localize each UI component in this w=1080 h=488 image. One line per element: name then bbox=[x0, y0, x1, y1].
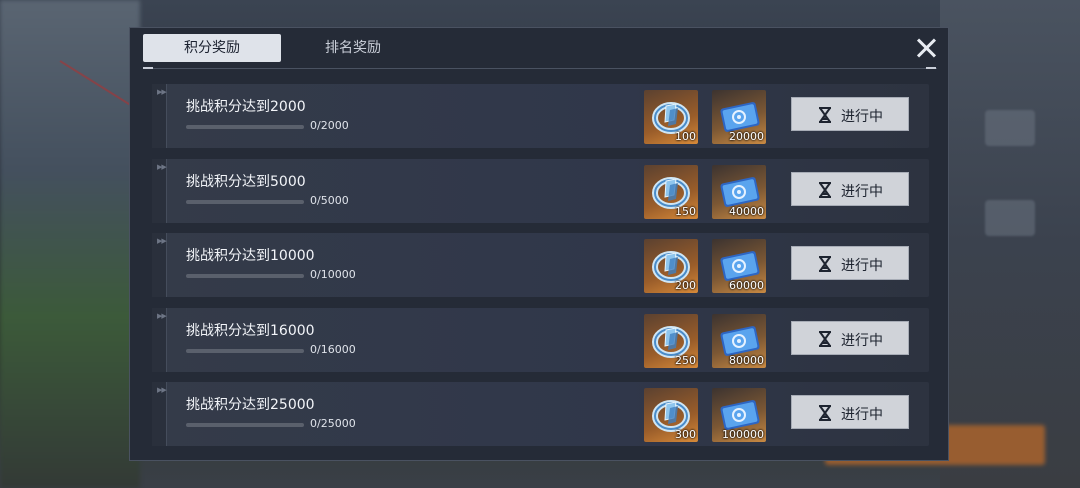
reward-quantity: 60000 bbox=[729, 279, 764, 292]
reward-item-crystal[interactable]: 250 bbox=[644, 313, 698, 368]
reward-panel: 积分奖励 排名奖励 ▶▶ 挑战积分达到2000 0/2000 100 20000… bbox=[129, 27, 949, 461]
progress-bar bbox=[186, 348, 304, 353]
status-label: 进行中 bbox=[841, 258, 883, 274]
row-edge: ▶▶ bbox=[152, 307, 167, 372]
reward-item-crystal[interactable]: 300 bbox=[644, 388, 698, 442]
reward-quantity: 200 bbox=[675, 279, 696, 292]
progress-text: 0/16000 bbox=[310, 342, 356, 356]
double-arrow-icon: ▶▶ bbox=[157, 311, 167, 320]
reward-item-crystal[interactable]: 150 bbox=[644, 164, 698, 219]
double-arrow-icon: ▶▶ bbox=[157, 88, 167, 96]
reward-quantity: 300 bbox=[675, 428, 696, 441]
reward-quantity: 100 bbox=[675, 130, 696, 143]
close-icon[interactable] bbox=[914, 36, 938, 60]
reward-item-ticket[interactable]: 40000 bbox=[712, 164, 766, 219]
reward-row: ▶▶ 挑战积分达到25000 0/25000 300 100000 进行中 bbox=[152, 382, 929, 446]
reward-item-ticket[interactable]: 100000 bbox=[712, 388, 766, 442]
divider-mark bbox=[926, 67, 936, 69]
status-label: 进行中 bbox=[841, 183, 883, 200]
hourglass-icon bbox=[819, 181, 831, 198]
progress-bar bbox=[186, 125, 304, 129]
row-edge: ▶▶ bbox=[152, 233, 167, 297]
reward-item-crystal[interactable]: 200 bbox=[644, 239, 698, 293]
progress-text: 0/10000 bbox=[310, 268, 356, 281]
reward-item-ticket[interactable]: 80000 bbox=[712, 313, 766, 368]
progress-bar bbox=[186, 423, 304, 427]
reward-item-ticket[interactable]: 60000 bbox=[712, 239, 766, 293]
progress-bar bbox=[186, 199, 304, 204]
double-arrow-icon: ▶▶ bbox=[157, 237, 167, 245]
tab-points-reward[interactable]: 积分奖励 bbox=[143, 34, 281, 62]
reward-row: ▶▶ 挑战积分达到16000 0/16000 250 80000 进行中 bbox=[152, 307, 929, 372]
task-title: 挑战积分达到5000 bbox=[186, 173, 306, 190]
hourglass-icon bbox=[819, 405, 831, 421]
task-title: 挑战积分达到2000 bbox=[186, 99, 306, 115]
reward-quantity: 250 bbox=[675, 353, 696, 367]
background-chip bbox=[985, 110, 1035, 146]
progress-text: 0/2000 bbox=[310, 119, 349, 132]
reward-item-crystal[interactable]: 100 bbox=[644, 90, 698, 144]
task-title: 挑战积分达到16000 bbox=[186, 322, 315, 339]
reward-row: ▶▶ 挑战积分达到10000 0/10000 200 60000 进行中 bbox=[152, 233, 929, 297]
tab-ranking-reward[interactable]: 排名奖励 bbox=[293, 34, 413, 62]
reward-row: ▶▶ 挑战积分达到5000 0/5000 150 40000 进行中 bbox=[152, 158, 929, 223]
background-left bbox=[0, 0, 140, 488]
progress-text: 0/5000 bbox=[310, 193, 349, 207]
background-right bbox=[940, 0, 1080, 488]
in-progress-button[interactable]: 进行中 bbox=[791, 395, 909, 429]
task-title: 挑战积分达到10000 bbox=[186, 248, 315, 264]
reward-quantity: 150 bbox=[675, 204, 696, 218]
progress-text: 0/25000 bbox=[310, 417, 356, 430]
status-label: 进行中 bbox=[841, 332, 883, 349]
divider-mark bbox=[143, 67, 153, 69]
hourglass-icon bbox=[819, 330, 831, 347]
hourglass-icon bbox=[819, 256, 831, 272]
task-title: 挑战积分达到25000 bbox=[186, 397, 315, 413]
tab-divider bbox=[143, 68, 937, 69]
background-chip bbox=[985, 200, 1035, 236]
in-progress-button[interactable]: 进行中 bbox=[791, 97, 909, 131]
reward-item-ticket[interactable]: 20000 bbox=[712, 90, 766, 144]
status-label: 进行中 bbox=[841, 407, 883, 423]
progress-bar bbox=[186, 274, 304, 278]
reward-quantity: 40000 bbox=[729, 204, 764, 218]
in-progress-button[interactable]: 进行中 bbox=[791, 320, 909, 355]
row-edge: ▶▶ bbox=[152, 382, 167, 446]
hourglass-icon bbox=[819, 107, 831, 123]
double-arrow-icon: ▶▶ bbox=[157, 386, 167, 394]
reward-quantity: 20000 bbox=[729, 130, 764, 143]
reward-quantity: 80000 bbox=[729, 353, 764, 367]
in-progress-button[interactable]: 进行中 bbox=[791, 246, 909, 280]
reward-quantity: 100000 bbox=[722, 428, 764, 441]
in-progress-button[interactable]: 进行中 bbox=[791, 171, 909, 206]
status-label: 进行中 bbox=[841, 109, 883, 125]
row-edge: ▶▶ bbox=[152, 158, 167, 223]
row-edge: ▶▶ bbox=[152, 84, 167, 148]
reward-row: ▶▶ 挑战积分达到2000 0/2000 100 20000 进行中 bbox=[152, 84, 929, 148]
double-arrow-icon: ▶▶ bbox=[157, 162, 167, 171]
